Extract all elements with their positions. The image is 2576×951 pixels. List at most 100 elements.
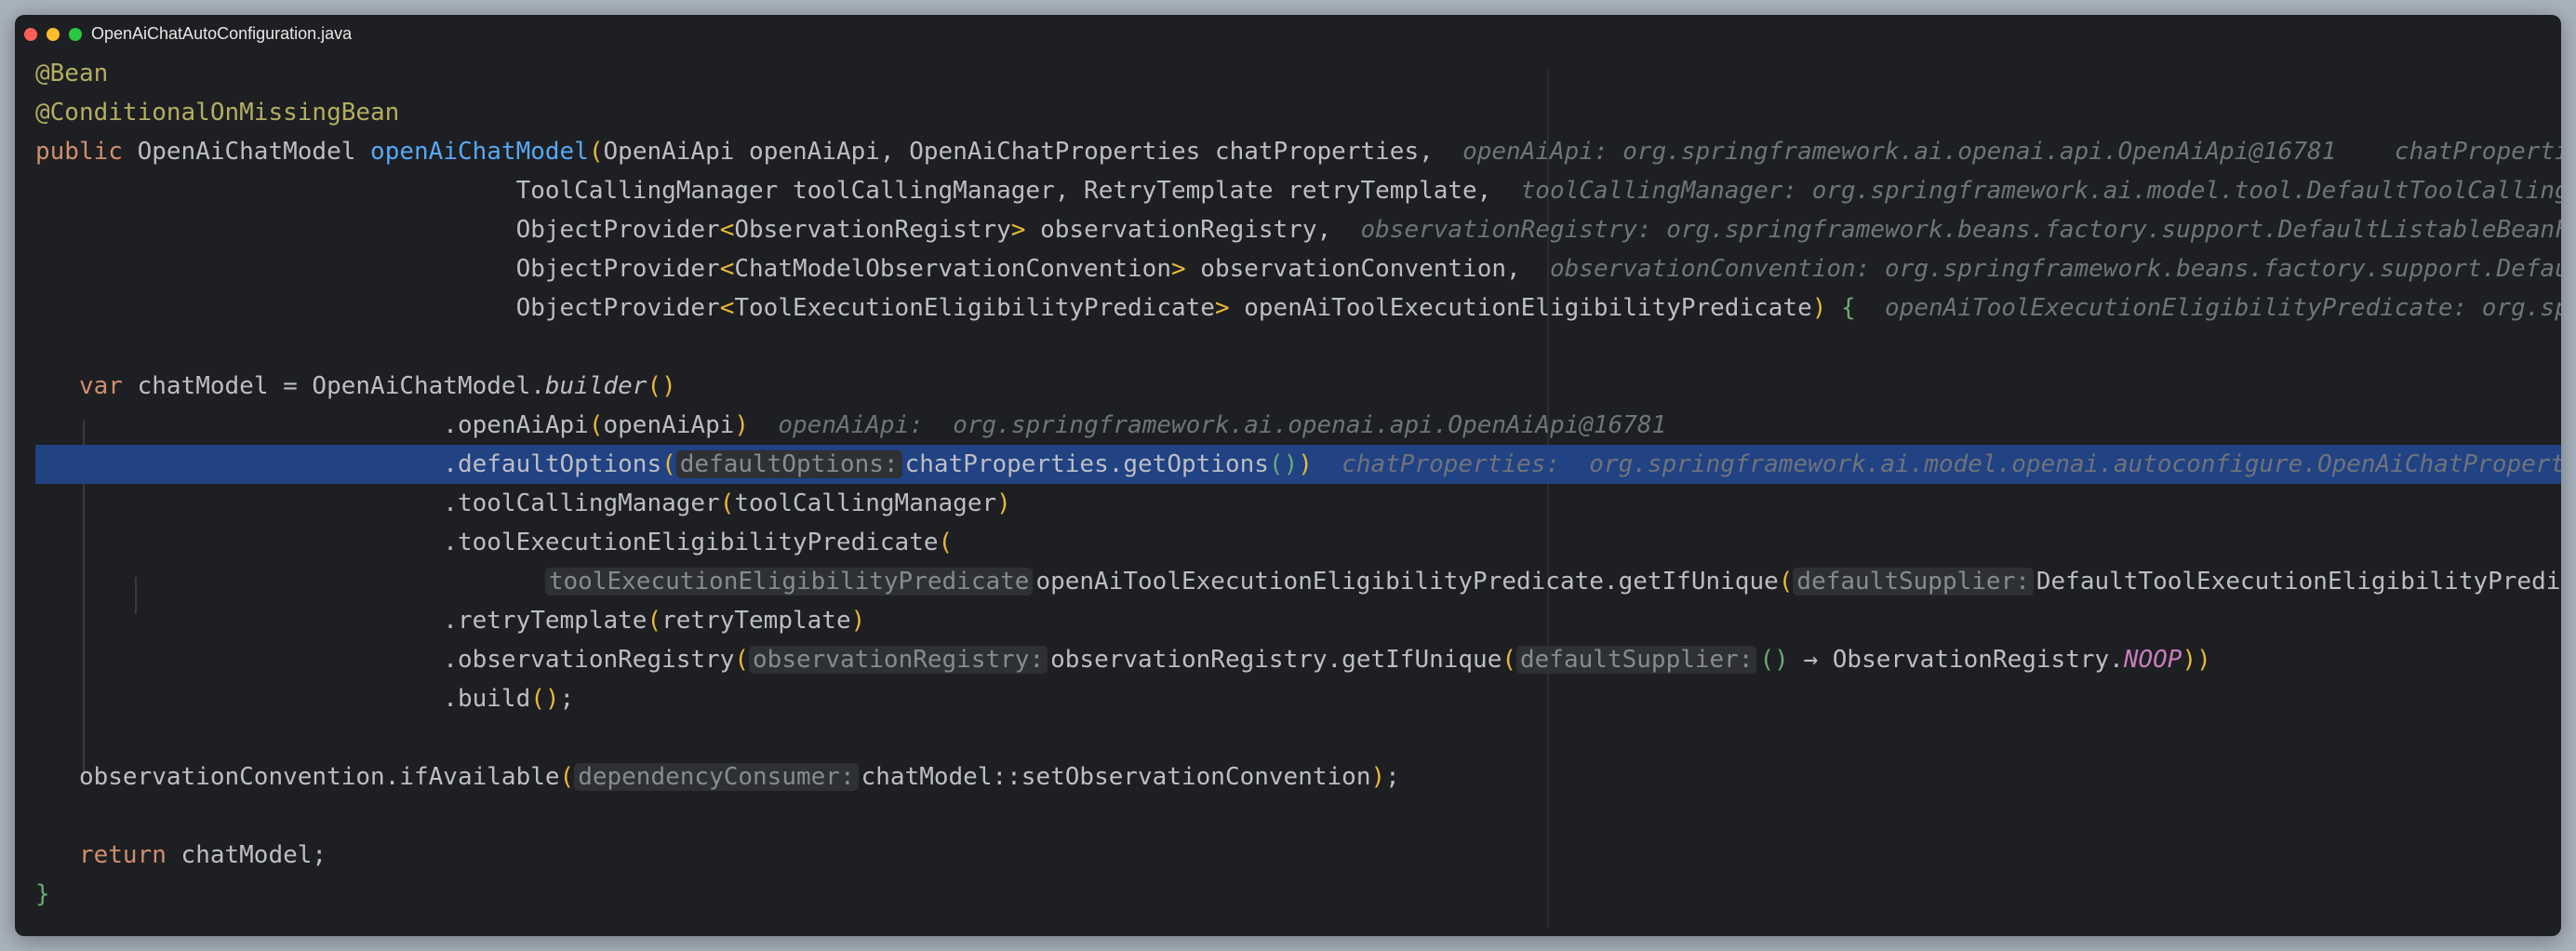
argument: chatModel::setObservationConvention	[861, 763, 1371, 791]
editor-window: OpenAiChatAutoConfiguration.java @Bean @…	[15, 15, 2561, 936]
param-name: observationConvention,	[1185, 255, 1521, 283]
generic-close: >	[1010, 216, 1026, 244]
code-line-2[interactable]: @ConditionalOnMissingBean	[15, 93, 2561, 132]
code-line-11-selected[interactable]: .defaultOptions(defaultOptions: chatPrope…	[15, 445, 2561, 484]
code-line-3[interactable]: public OpenAiChatModel openAiChatModel(O…	[15, 132, 2561, 171]
method-params: ToolCallingManager toolCallingManager, R…	[515, 177, 1492, 205]
generic-close: >	[1170, 255, 1186, 283]
argument: openAiApi	[603, 411, 735, 439]
close-brace: }	[35, 880, 50, 908]
argument: observationRegistry.getIfUnique	[1050, 646, 1502, 674]
code-line-10[interactable]: .openAiApi(openAiApi) openAiApi: org.spr…	[15, 406, 2561, 445]
open-paren: (	[647, 607, 662, 635]
method-call: .observationRegistry	[443, 646, 735, 674]
open-paren: (	[719, 489, 735, 517]
code-line-13[interactable]: .toolExecutionEligibilityPredicate(	[15, 523, 2561, 562]
method-params: OpenAiApi openAiApi, OpenAiChatPropertie…	[603, 138, 1434, 166]
method-call: .retryTemplate	[443, 607, 647, 635]
declaration: chatModel = OpenAiChatModel.	[122, 372, 545, 400]
code-line-8[interactable]	[15, 328, 2561, 367]
code-line-6[interactable]: ObjectProvider<ChatModelObservationConve…	[15, 249, 2561, 288]
code-line-15[interactable]: .retryTemplate(retryTemplate)	[15, 601, 2561, 640]
gutter-gap	[15, 445, 35, 484]
code-area[interactable]: @Bean @ConditionalOnMissingBean public O…	[15, 54, 2561, 914]
open-paren: (	[1778, 568, 1794, 596]
argument: openAiToolExecutionEligibilityPredicate.…	[1035, 568, 1779, 596]
generic-open: <	[719, 216, 735, 244]
method-call: observationConvention.ifAvailable	[78, 763, 560, 791]
title-bar: OpenAiChatAutoConfiguration.java	[15, 15, 2561, 52]
maximize-window-button[interactable]	[69, 28, 82, 41]
method-call: .build	[443, 685, 531, 713]
keyword-return: return	[78, 841, 167, 869]
open-paren: (	[661, 450, 676, 478]
argument: toolCallingManager	[734, 489, 997, 517]
close-paren: )	[1370, 763, 1386, 791]
argument: DefaultToolExecutionEligibilityPredicate…	[2035, 568, 2561, 596]
generic-open: <	[719, 255, 735, 283]
close-paren: )	[734, 411, 750, 439]
code-line-18[interactable]	[15, 718, 2561, 757]
code-line-17[interactable]: .build();	[15, 679, 2561, 718]
close-paren: ))	[2182, 646, 2211, 674]
param-hint: observationRegistry:	[749, 646, 1048, 674]
parens: ()	[647, 372, 676, 400]
code-line-21[interactable]: return chatModel;	[15, 836, 2561, 875]
code-line-19[interactable]: observationConvention.ifAvailable(depend…	[15, 757, 2561, 797]
open-paren: (	[938, 529, 954, 556]
code-line-9[interactable]: var chatModel = OpenAiChatModel.builder(…	[15, 367, 2561, 406]
argument: retryTemplate	[661, 607, 851, 635]
code-line-5[interactable]: ObjectProvider<ObservationRegistry> obse…	[15, 210, 2561, 249]
semicolon: ;	[559, 685, 575, 713]
close-paren: )	[996, 489, 1011, 517]
debug-value-hint: toolCallingManager: org.springframework.…	[1520, 177, 2561, 205]
argument: chatProperties.getOptions	[904, 450, 1269, 478]
debug-value-hint: openAiApi: org.springframework.ai.openai…	[778, 411, 1667, 439]
debug-value-hint: observationConvention: org.springframewo…	[1549, 255, 2561, 283]
open-brace: {	[1841, 294, 1856, 322]
generic-type: ToolExecutionEligibilityPredicate	[734, 294, 1215, 322]
param-name: openAiToolExecutionEligibilityPredicate	[1229, 294, 1812, 322]
lambda-body: → ObservationRegistry.	[1788, 646, 2124, 674]
code-line-16[interactable]: .observationRegistry(observationRegistry…	[15, 640, 2561, 679]
type-name: ObjectProvider	[515, 255, 720, 283]
method-name: openAiChatModel	[370, 138, 589, 166]
code-line-1[interactable]: @Bean	[15, 54, 2561, 93]
annotation-bean: @Bean	[35, 60, 109, 87]
return-type: OpenAiChatModel	[137, 138, 356, 166]
debug-value-hint: openAiApi: org.springframework.ai.openai…	[1462, 138, 2561, 166]
code-line-4[interactable]: ToolCallingManager toolCallingManager, R…	[15, 171, 2561, 210]
code-line-20[interactable]	[15, 797, 2561, 836]
debug-value-hint: chatProperties: org.springframework.ai.m…	[1341, 450, 2561, 478]
builder-call: builder	[544, 372, 647, 400]
open-paren: (	[1502, 646, 1517, 674]
debug-value-hint: openAiToolExecutionEligibilityPredicate:…	[1885, 294, 2561, 322]
method-call: .toolExecutionEligibilityPredicate	[443, 529, 939, 556]
keyword-public: public	[35, 138, 123, 166]
code-line-7[interactable]: ObjectProvider<ToolExecutionEligibilityP…	[15, 288, 2561, 328]
type-name: ObjectProvider	[515, 216, 720, 244]
method-call: .openAiApi	[443, 411, 589, 439]
param-hint: defaultSupplier:	[1516, 646, 1757, 674]
code-line-14[interactable]: toolExecutionEligibilityPredicate openAiT…	[15, 562, 2561, 601]
window-title: OpenAiChatAutoConfiguration.java	[91, 24, 353, 43]
code-line-12[interactable]: .toolCallingManager(toolCallingManager)	[15, 484, 2561, 523]
inner-parens: ()	[1268, 450, 1299, 478]
annotation-conditional: @ConditionalOnMissingBean	[35, 99, 400, 127]
minimize-window-button[interactable]	[47, 28, 60, 41]
param-hint: defaultOptions:	[675, 450, 902, 478]
param-name: observationRegistry,	[1025, 216, 1332, 244]
close-window-button[interactable]	[24, 28, 37, 41]
constant-noop: NOOP	[2123, 646, 2182, 674]
close-paren: )	[1298, 450, 1313, 478]
open-paren: (	[588, 138, 604, 166]
method-call: .toolCallingManager	[443, 489, 720, 517]
debug-value-hint: observationRegistry: org.springframework…	[1360, 216, 2562, 244]
type-name: ObjectProvider	[515, 294, 720, 322]
open-paren: (	[734, 646, 750, 674]
return-value: chatModel;	[166, 841, 327, 869]
code-line-22[interactable]: }	[15, 875, 2561, 914]
semicolon: ;	[1385, 763, 1400, 791]
param-hint: dependencyConsumer:	[574, 763, 859, 791]
generic-type: ObservationRegistry	[734, 216, 1011, 244]
